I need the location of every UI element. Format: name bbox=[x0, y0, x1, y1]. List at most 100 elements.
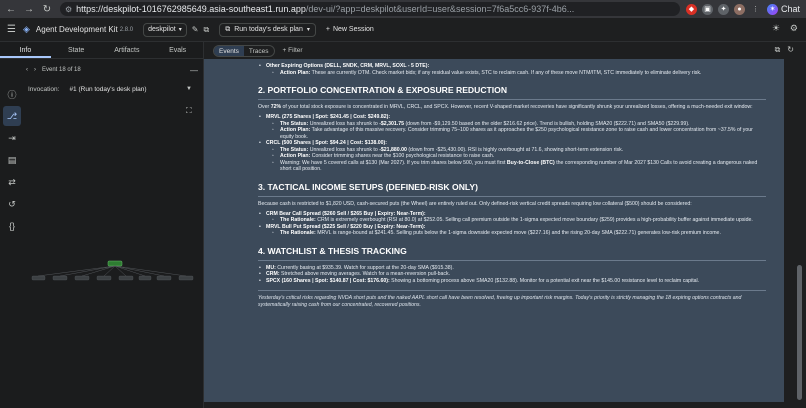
new-session-label: New Session bbox=[332, 26, 374, 33]
profile-avatar[interactable]: ● bbox=[734, 3, 745, 15]
ticker-text: Currently basing at $935.39. Watch for s… bbox=[275, 264, 454, 271]
settings-icon[interactable]: ⚙ bbox=[790, 23, 798, 34]
new-session-button[interactable]: + New Session bbox=[322, 23, 378, 37]
code-icon[interactable]: {} bbox=[0, 216, 24, 236]
graph-node[interactable] bbox=[31, 275, 46, 281]
invocation-select[interactable]: Invocation: #1 (Run today's desk plan) ▼ bbox=[28, 82, 198, 96]
section-heading: 4. WATCHLIST & THESIS TRACKING bbox=[258, 246, 766, 261]
graph-node[interactable] bbox=[156, 275, 172, 281]
graph-node[interactable] bbox=[96, 275, 112, 281]
chevron-right-icon[interactable]: › bbox=[34, 67, 36, 73]
invocation-value: #1 (Run today's desk plan) bbox=[69, 85, 147, 93]
app-version: 2.8.0 bbox=[119, 26, 134, 33]
graph-node[interactable] bbox=[74, 275, 90, 281]
app-selector-value: deskpilot bbox=[148, 26, 176, 33]
status-text: (down from -$9,129.50 based on the older… bbox=[404, 120, 690, 127]
play-icon: ⧉ bbox=[225, 25, 231, 33]
item-title: MRVL Bull Put Spread ($225 Sell / $220 B… bbox=[266, 223, 426, 230]
status-text: (down from -$25,430.00). RSI is highly o… bbox=[406, 146, 624, 153]
warning-bold: Buy-to-Close (BTC) bbox=[506, 159, 555, 166]
graph-node[interactable] bbox=[138, 275, 152, 281]
minimize-icon[interactable]: — bbox=[190, 66, 198, 75]
section-heading: 2. PORTFOLIO CONCENTRATION & EXPOSURE RE… bbox=[258, 85, 766, 100]
ticker-text: Showing a bottoming process above SMA20 … bbox=[389, 277, 700, 284]
action-text: Take advantage of this massive recovery.… bbox=[280, 127, 753, 140]
tab-artifacts[interactable]: Artifacts bbox=[102, 42, 153, 58]
graph-edges bbox=[37, 265, 187, 277]
item-title: MRVL (275 Shares | Spot: $241.45 | Cost:… bbox=[266, 114, 391, 120]
ticker-label: SPCX (160 Shares | Spot: $140.87 | Cost:… bbox=[266, 277, 390, 284]
rationale-label: The Rationale: bbox=[280, 217, 316, 223]
copy-icon[interactable]: ⧉ bbox=[775, 45, 781, 55]
address-bar[interactable]: ⚙ https://deskpilot-1016762985649.asia-s… bbox=[60, 2, 680, 16]
section-heading: 3. TACTICAL INCOME SETUPS (DEFINED-RISK … bbox=[258, 182, 766, 197]
refresh-icon[interactable]: ↻ bbox=[787, 45, 794, 55]
graph-node[interactable] bbox=[178, 275, 194, 281]
tab-info[interactable]: Info bbox=[0, 42, 51, 58]
event-navigator: ‹ › Event 18 of 18 — bbox=[24, 62, 204, 78]
graph-node[interactable] bbox=[118, 275, 134, 281]
rationale-label: The Rationale: bbox=[280, 230, 316, 236]
tab-state[interactable]: State bbox=[51, 42, 102, 58]
chat-label: Chat bbox=[781, 4, 801, 14]
filter-button[interactable]: + Filter bbox=[283, 47, 303, 54]
scrollbar-thumb[interactable] bbox=[797, 265, 802, 400]
edit-icon[interactable]: ✎ bbox=[192, 25, 199, 34]
tab-events[interactable]: Events bbox=[214, 45, 244, 56]
chevron-down-icon: ▼ bbox=[186, 86, 192, 92]
forward-icon[interactable]: → bbox=[22, 2, 36, 16]
document-icon[interactable]: ▤ bbox=[0, 150, 24, 170]
chevron-down-icon: ▾ bbox=[178, 27, 182, 33]
history-icon[interactable]: ↺ bbox=[0, 194, 24, 214]
more-icon[interactable]: ⋮ bbox=[750, 4, 761, 15]
back-icon[interactable]: ← bbox=[4, 2, 18, 16]
list-item: Action Plan: These are currently OTM. Ch… bbox=[258, 70, 766, 77]
transfer-icon[interactable]: ⇄ bbox=[0, 172, 24, 192]
section-intro: Because cash is restricted to $1,820 USD… bbox=[258, 200, 692, 207]
item-title: CRCL (500 Shares | Spot: $94.24 | Cost: … bbox=[266, 140, 388, 146]
list-item: SPCX (160 Shares | Spot: $140.87 | Cost:… bbox=[258, 278, 766, 285]
closing-note: Yesterday's critical risks regarding NVD… bbox=[258, 295, 742, 308]
tab-traces[interactable]: Traces bbox=[244, 46, 274, 56]
reload-icon[interactable]: ↻ bbox=[40, 2, 54, 16]
graph-icon[interactable]: ⎇ bbox=[3, 106, 21, 126]
event-counter: Event 18 of 18 bbox=[42, 67, 81, 73]
tab-evals[interactable]: Evals bbox=[152, 42, 203, 58]
plus-icon: + bbox=[325, 26, 330, 33]
run-selector[interactable]: ⧉ Run today's desk plan ▾ bbox=[219, 22, 316, 37]
status-value: -$2,301.75 bbox=[379, 120, 404, 127]
app-selector[interactable]: deskpilot ▾ bbox=[143, 22, 187, 37]
copilot-icon: ✶ bbox=[767, 3, 778, 15]
scrollbar[interactable] bbox=[794, 59, 806, 408]
status-text: Unrealized loss has shrunk to bbox=[308, 146, 380, 153]
graph-child-nodes bbox=[31, 275, 194, 281]
app-toolbar: ☰ ◈ Agent Development Kit 2.8.0 deskpilo… bbox=[0, 18, 806, 42]
extension-icon[interactable]: ◆ bbox=[686, 3, 697, 15]
extensions-icon[interactable]: ✦ bbox=[718, 3, 729, 15]
extension-icon[interactable]: ▣ bbox=[702, 3, 713, 15]
graph-root-node[interactable] bbox=[107, 260, 123, 267]
chat-button[interactable]: ✶ Chat bbox=[767, 3, 801, 15]
graph-node[interactable] bbox=[52, 275, 68, 281]
info-icon[interactable]: ⓘ bbox=[0, 84, 24, 104]
site-info-icon[interactable]: ⚙ bbox=[65, 5, 72, 14]
fullscreen-icon[interactable]: ⛶ bbox=[186, 106, 192, 116]
item-title: CRM Bear Call Spread ($260 Sell / $265 B… bbox=[266, 210, 426, 217]
list-item: Warning: We have 5 covered calls at $130… bbox=[258, 160, 766, 173]
status-label: The Status: bbox=[280, 120, 309, 127]
left-tabs: Info State Artifacts Evals bbox=[0, 42, 203, 59]
copy-icon[interactable]: ⧉ bbox=[203, 25, 209, 35]
item-title: Other Expiring Options (DELL, SNDK, CRM,… bbox=[266, 63, 430, 69]
status-text: Unrealized loss has shrunk to bbox=[308, 120, 380, 127]
status-label: The Status: bbox=[280, 146, 309, 153]
theme-toggle-icon[interactable]: ☀ bbox=[772, 23, 780, 34]
action-label: Action Plan: bbox=[280, 69, 311, 76]
status-value: -$21,880.00 bbox=[379, 146, 407, 153]
menu-icon[interactable]: ☰ bbox=[7, 24, 21, 35]
invocation-label: Invocation: bbox=[28, 85, 60, 93]
view-toggle: Events Traces bbox=[213, 44, 275, 57]
url-path: /dev-ui/?app=deskpilot&userId=user&sessi… bbox=[305, 4, 575, 14]
login-icon[interactable]: ⇥ bbox=[0, 128, 24, 148]
action-label: Action Plan: bbox=[280, 127, 311, 133]
chevron-left-icon[interactable]: ‹ bbox=[26, 67, 28, 73]
